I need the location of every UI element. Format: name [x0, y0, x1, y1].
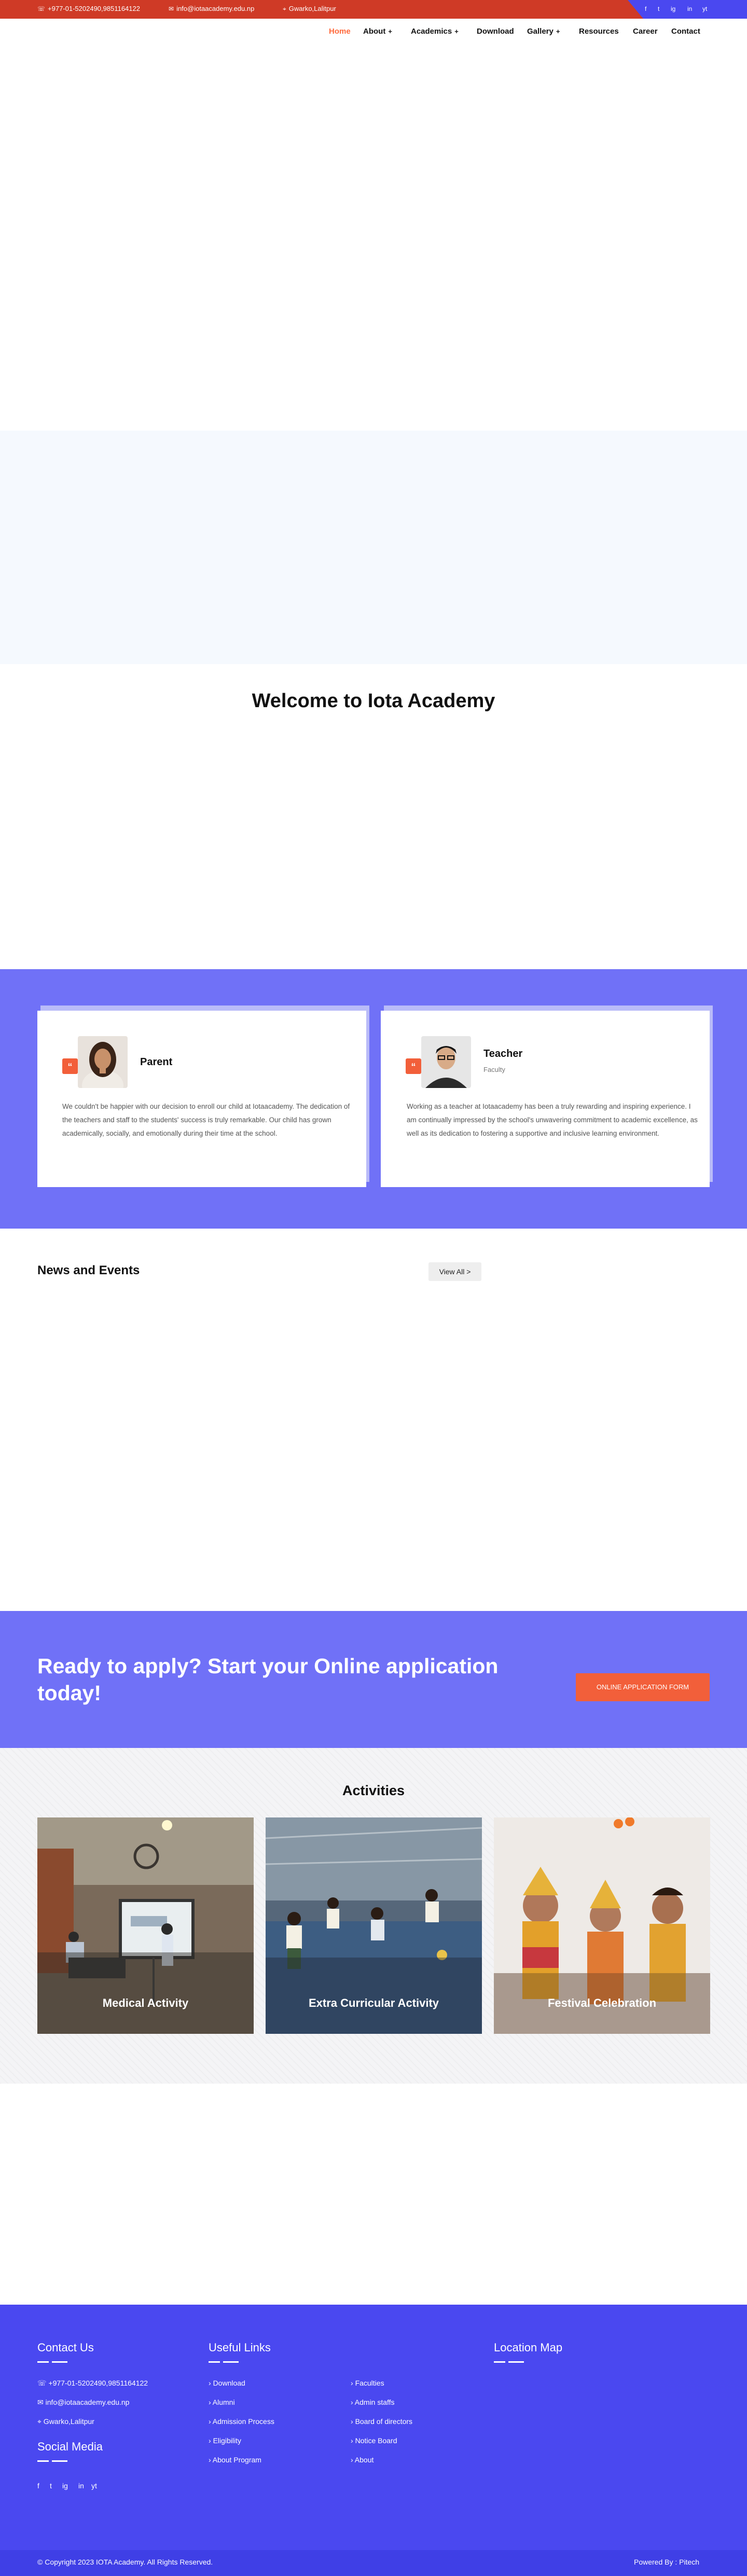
- facebook-icon[interactable]: f: [37, 2482, 39, 2490]
- quote-icon: “: [62, 1058, 78, 1074]
- nav-download[interactable]: Download: [477, 27, 514, 36]
- teacher-avatar: [421, 1036, 471, 1088]
- footer-link-download[interactable]: › Download: [209, 2379, 245, 2387]
- footer-link-notice-board[interactable]: › Notice Board: [351, 2436, 397, 2445]
- activity-label: Medical Activity: [102, 1996, 189, 2009]
- footer-social-title: Social Media: [37, 2440, 103, 2453]
- divider: [37, 2460, 49, 2462]
- testimonial-name: Teacher: [483, 1048, 523, 1059]
- nav-contact[interactable]: Contact: [671, 27, 700, 36]
- phone-icon: ☏: [37, 5, 46, 12]
- light-section: [0, 431, 747, 664]
- twitter-icon[interactable]: t: [50, 2482, 52, 2490]
- testimonial-name: Parent: [140, 1056, 173, 1068]
- top-address: ⌖ Gwarko,Lalitpur: [283, 5, 336, 12]
- envelope-icon: ✉: [37, 2398, 46, 2406]
- nav-career[interactable]: Career: [633, 27, 658, 36]
- map-pin-icon: ⌖: [37, 2417, 44, 2426]
- envelope-icon: ✉: [169, 5, 174, 12]
- nav-home[interactable]: Home: [329, 27, 351, 36]
- apply-heading: Ready to apply? Start your Online applic…: [37, 1654, 499, 1705]
- divider: [52, 2460, 67, 2462]
- footer-link-about[interactable]: › About: [351, 2456, 374, 2464]
- activity-label: Festival Celebration: [547, 1996, 657, 2009]
- footer-map-title: Location Map: [494, 2341, 563, 2354]
- teacher-photo: [421, 1036, 471, 1088]
- testimonial-text: We couldn't be happier with our decision…: [62, 1103, 350, 1137]
- plus-icon: +: [556, 27, 560, 35]
- activity-card-festival[interactable]: Festival Celebration: [494, 1817, 710, 2034]
- footer-phone[interactable]: ☏ +977-01-5202490,9851164122: [37, 2379, 148, 2388]
- powered-by[interactable]: Powered By : Pitech: [634, 2558, 699, 2566]
- top-email[interactable]: ✉ info@iotaacademy.edu.np: [169, 5, 254, 12]
- plus-icon: +: [454, 27, 459, 35]
- footer-link-board[interactable]: › Board of directors: [351, 2417, 412, 2426]
- view-all-button[interactable]: View All >: [428, 1262, 481, 1281]
- youtube-icon[interactable]: yt: [91, 2482, 97, 2490]
- footer-link-eligibility[interactable]: › Eligibility: [209, 2436, 241, 2445]
- phone-icon: ☏: [37, 2379, 49, 2387]
- facebook-icon[interactable]: f: [645, 5, 646, 12]
- testimonial-text: Working as a teacher at Iotaacademy has …: [407, 1103, 698, 1137]
- activities-title: Activities: [342, 1783, 405, 1798]
- copyright-text: © Copyright 2023 IOTA Academy. All Right…: [37, 2558, 213, 2566]
- divider: [508, 2361, 524, 2363]
- footer-useful-links-title: Useful Links: [209, 2341, 271, 2354]
- online-application-button[interactable]: ONLINE APPLICATION FORM: [576, 1673, 710, 1701]
- twitter-icon[interactable]: t: [658, 5, 659, 12]
- footer-link-admission[interactable]: › Admission Process: [209, 2417, 274, 2426]
- quote-icon: “: [406, 1058, 421, 1074]
- testimonial-role: Faculty: [483, 1066, 505, 1073]
- top-phone[interactable]: ☏ +977-01-5202490,9851164122: [37, 5, 140, 12]
- divider: [209, 2361, 220, 2363]
- footer-link-admin-staffs[interactable]: › Admin staffs: [351, 2398, 395, 2406]
- linkedin-icon[interactable]: in: [78, 2482, 84, 2490]
- footer-link-about-program[interactable]: › About Program: [209, 2456, 261, 2464]
- divider: [52, 2361, 67, 2363]
- instagram-icon[interactable]: ig: [62, 2482, 68, 2490]
- footer-link-alumni[interactable]: › Alumni: [209, 2398, 235, 2406]
- instagram-icon[interactable]: ig: [671, 5, 675, 12]
- activity-card-medical[interactable]: Medical Activity: [37, 1817, 254, 2034]
- youtube-icon[interactable]: yt: [702, 5, 707, 12]
- nav-academics[interactable]: Academics +: [411, 27, 459, 36]
- footer-email[interactable]: ✉ info@iotaacademy.edu.np: [37, 2398, 129, 2407]
- parent-avatar: [78, 1036, 128, 1088]
- parent-photo: [78, 1036, 128, 1088]
- footer-contact-title: Contact Us: [37, 2341, 94, 2354]
- nav-about[interactable]: About +: [363, 27, 392, 36]
- plus-icon: +: [388, 27, 392, 35]
- linkedin-icon[interactable]: in: [687, 5, 692, 12]
- footer-address: ⌖ Gwarko,Lalitpur: [37, 2417, 94, 2426]
- divider: [494, 2361, 505, 2363]
- top-bar-social-panel: [628, 0, 747, 19]
- activity-label: Extra Curricular Activity: [308, 1996, 439, 2009]
- divider: [37, 2361, 49, 2363]
- welcome-title: Welcome to Iota Academy: [252, 690, 495, 712]
- divider: [223, 2361, 239, 2363]
- news-title: News and Events: [37, 1263, 140, 1277]
- map-pin-icon: ⌖: [283, 5, 286, 12]
- nav-resources[interactable]: Resources: [579, 27, 619, 36]
- activity-card-extra-curricular[interactable]: Extra Curricular Activity: [266, 1817, 482, 2034]
- footer-link-faculties[interactable]: › Faculties: [351, 2379, 384, 2387]
- nav-gallery[interactable]: Gallery +: [527, 27, 560, 36]
